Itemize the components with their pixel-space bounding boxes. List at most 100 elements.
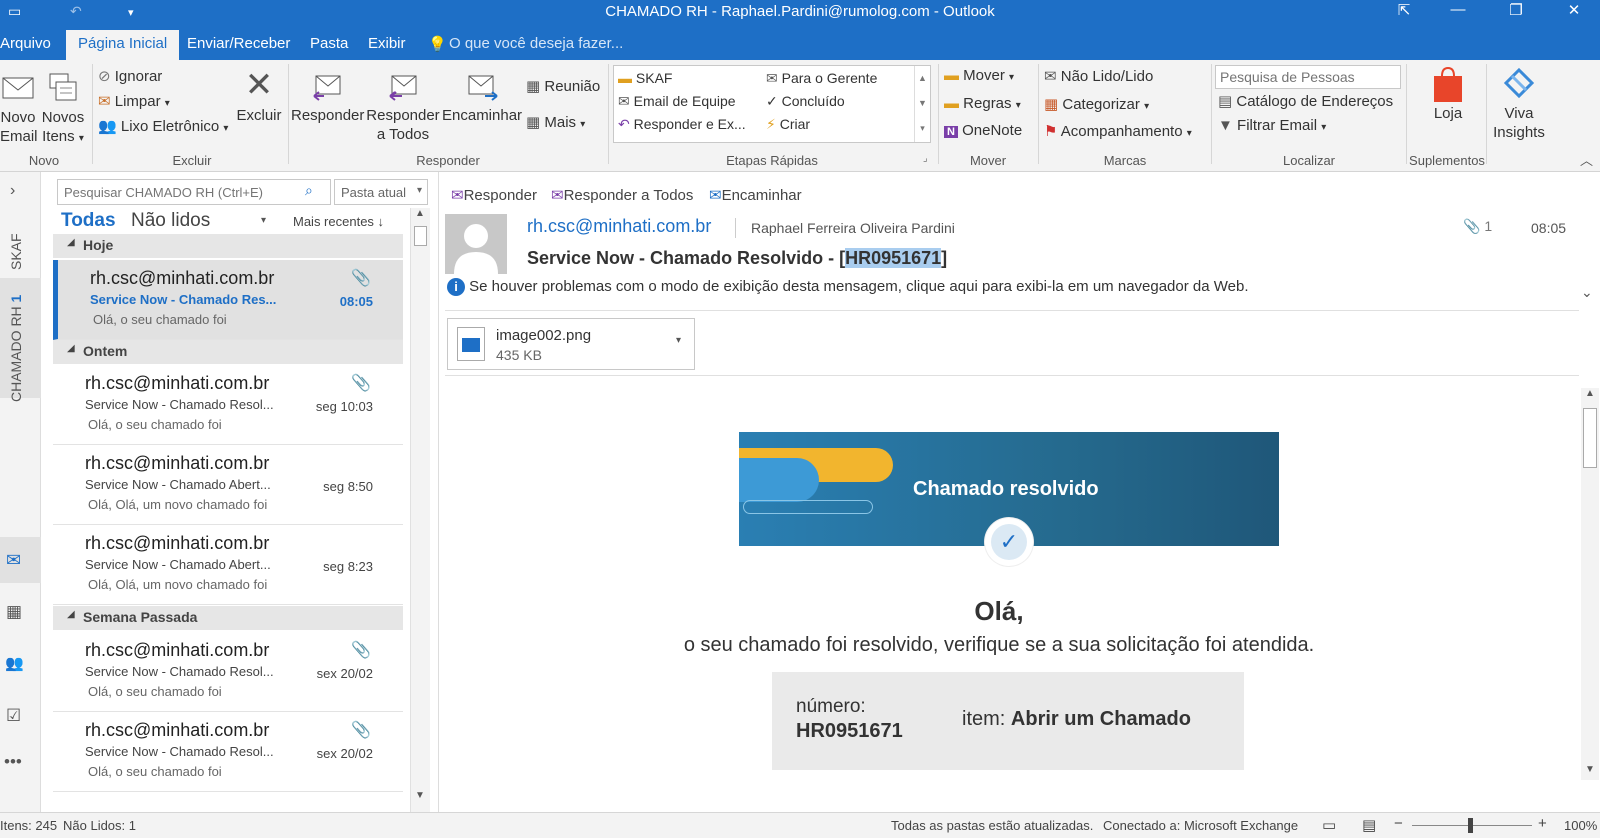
calendar-icon[interactable]: ▦ [6, 602, 22, 622]
nav-folder-skaf[interactable]: SKAF [8, 233, 24, 270]
tell-me-input[interactable]: O que você deseja fazer... [449, 35, 623, 52]
people-search-input[interactable] [1215, 65, 1401, 89]
unread-read-button[interactable]: ✉ Não Lido/Lido [1044, 67, 1153, 85]
list-item[interactable]: rh.csc@minhati.com.br 📎 Service Now - Ch… [53, 632, 403, 712]
filter-all-tab[interactable]: Todas [61, 210, 116, 232]
close-button[interactable]: ✕ [1562, 1, 1586, 19]
expand-header-icon[interactable]: ⌄ [1581, 284, 1593, 301]
info-bar[interactable]: i Se houver problemas com o modo de exib… [447, 278, 1249, 296]
sender-address[interactable]: rh.csc@minhati.com.br [527, 216, 711, 237]
minimize-button[interactable]: — [1446, 1, 1470, 18]
rules-button[interactable]: ▬ Regras ▾ [944, 95, 1021, 112]
quickstep-to-manager-label: Para o Gerente [781, 70, 878, 86]
reply-all-button[interactable]: Responder a Todos [366, 68, 440, 144]
maximize-button[interactable]: ❐ [1504, 1, 1528, 19]
junk-button[interactable]: 👥 Lixo Eletrônico ▾ [98, 117, 228, 135]
list-item[interactable]: rh.csc@minhati.com.br Service Now - Cham… [53, 445, 403, 525]
tab-pasta[interactable]: Pasta [310, 35, 348, 52]
dialog-launcher-icon[interactable]: ⌟ [923, 153, 928, 164]
address-book-button[interactable]: ▤ Catálogo de Endereços [1218, 92, 1393, 110]
reading-pane-scrollbar[interactable]: ▲ ▼ [1581, 388, 1599, 780]
quickstep-create[interactable]: ⚡ Criar [766, 116, 810, 133]
collapse-ribbon-icon[interactable]: ︿ [1580, 150, 1593, 169]
banner-shape-blue [739, 458, 819, 502]
meeting-button[interactable]: ▦ Reunião [526, 77, 600, 95]
group-header-yesterday[interactable]: ◢ Ontem [53, 340, 403, 364]
quickstep-team-email[interactable]: ✉ Email de Equipe [618, 93, 736, 110]
mail-icon[interactable]: ✉ [6, 550, 21, 571]
divider [938, 64, 939, 164]
chevron-down-icon[interactable]: ▾ [676, 335, 681, 346]
reply-icon [310, 68, 344, 102]
delete-button[interactable]: ✕ Excluir [236, 68, 282, 125]
tab-exibir[interactable]: Exibir [368, 35, 406, 52]
more-apps-icon[interactable]: ••• [4, 752, 22, 772]
forward-button[interactable]: Encaminhar [442, 68, 522, 125]
tab-arquivo[interactable]: Arquivo [0, 35, 51, 52]
chevron-down-icon[interactable]: ▾ [261, 215, 266, 226]
list-item[interactable]: rh.csc@minhati.com.br 📎 Service Now - Ch… [53, 365, 403, 445]
attachment-card[interactable]: image002.png 435 KB ▾ [447, 318, 695, 370]
list-item[interactable]: rh.csc@minhati.com.br Service Now - Cham… [53, 525, 403, 605]
quickstep-skaf[interactable]: ▬ SKAF [618, 70, 672, 86]
cleanup-button[interactable]: ✉ Limpar ▾ [98, 92, 170, 110]
store-button[interactable]: Loja [1420, 66, 1476, 123]
quickstep-to-manager[interactable]: ✉ Para o Gerente [766, 70, 877, 87]
people-icon[interactable]: 👥 [5, 654, 24, 672]
scroll-thumb[interactable] [414, 226, 427, 246]
divider [608, 64, 609, 164]
new-email-icon [1, 70, 35, 104]
reply-action[interactable]: ✉Responder [451, 186, 537, 204]
recipient-name[interactable]: Raphael Ferreira Oliveira Pardini [751, 220, 955, 236]
more-respond-button[interactable]: ▦ Mais ▾ [526, 113, 585, 131]
ignore-button[interactable]: ⊘ Ignorar [98, 67, 162, 85]
ribbon-display-icon[interactable]: ⇱ [1392, 1, 1416, 19]
expand-folder-pane-icon[interactable]: › [10, 182, 15, 200]
scroll-down-icon[interactable]: ▼ [1585, 764, 1595, 775]
followup-button[interactable]: ⚑ Acompanhamento ▾ [1044, 122, 1192, 140]
zoom-out-icon[interactable]: − [1394, 815, 1403, 832]
zoom-in-icon[interactable]: + [1538, 815, 1547, 832]
zoom-level[interactable]: 100% [1564, 818, 1597, 833]
scroll-up-icon[interactable]: ▲ [1585, 388, 1595, 399]
greeting: Olá, [974, 596, 1024, 626]
search-icon[interactable]: ⌕ [305, 182, 313, 199]
list-item[interactable]: rh.csc@minhati.com.br 📎 Service Now - Ch… [53, 260, 403, 340]
categorize-button[interactable]: ▦ Categorizar ▾ [1044, 95, 1149, 113]
onenote-button[interactable]: N OneNote [944, 122, 1022, 139]
sort-dropdown[interactable]: Mais recentes ↓ [293, 214, 384, 229]
reply-button[interactable]: Responder [291, 68, 364, 125]
reply-delete-icon: ↶ [618, 116, 630, 132]
reply-all-action[interactable]: ✉Responder a Todos [551, 186, 693, 204]
new-email-button[interactable]: Novo Email [0, 70, 38, 146]
list-item[interactable]: rh.csc@minhati.com.br 📎 Service Now - Ch… [53, 712, 403, 792]
filter-unread-tab[interactable]: Não lidos [131, 210, 210, 232]
item-label: item: [962, 708, 1006, 730]
move-button[interactable]: ▬ Mover ▾ [944, 67, 1014, 84]
forward-action[interactable]: ✉Encaminhar [709, 186, 802, 204]
attachment-size: 435 KB [496, 347, 542, 363]
filter-email-button[interactable]: ▼ Filtrar Email ▾ [1218, 117, 1326, 134]
search-input[interactable] [57, 179, 331, 205]
group-header-today[interactable]: ◢ Hoje [53, 234, 403, 258]
scroll-thumb[interactable] [1583, 408, 1597, 468]
quickstep-reply-delete[interactable]: ↶ Responder e Ex... [618, 116, 746, 133]
tab-enviar-receber[interactable]: Enviar/Receber [187, 35, 290, 52]
mail-preview: Olá, Olá, um novo chamado foi [88, 497, 268, 512]
search-scope-dropdown[interactable]: Pasta atual ▾ [334, 179, 428, 205]
message-list-scrollbar[interactable]: ▲ ▼ [410, 208, 430, 812]
reading-view-icon[interactable]: ▤ [1362, 816, 1376, 834]
nav-folder-chamado-rh[interactable]: CHAMADO RH 1 [8, 295, 24, 402]
new-items-button[interactable]: Novos Itens ▾ [40, 70, 86, 148]
group-header-last-week[interactable]: ◢ Semana Passada [53, 606, 403, 630]
scroll-up-icon[interactable]: ▲ [415, 208, 425, 219]
quickstep-done[interactable]: ✓ Concluído [766, 93, 845, 110]
tab-pagina-inicial[interactable]: Página Inicial [66, 30, 180, 60]
tasks-icon[interactable]: ☑ [6, 706, 21, 726]
mail-subject: Service Now - Chamado Abert... [85, 557, 271, 572]
zoom-slider-thumb[interactable] [1468, 818, 1473, 833]
quick-steps-scroll[interactable]: ▲ ▼ ▾ [914, 66, 930, 142]
viva-insights-button[interactable]: Viva Insights [1488, 66, 1550, 142]
normal-view-icon[interactable]: ▭ [1322, 816, 1336, 834]
scroll-down-icon[interactable]: ▼ [415, 790, 425, 801]
